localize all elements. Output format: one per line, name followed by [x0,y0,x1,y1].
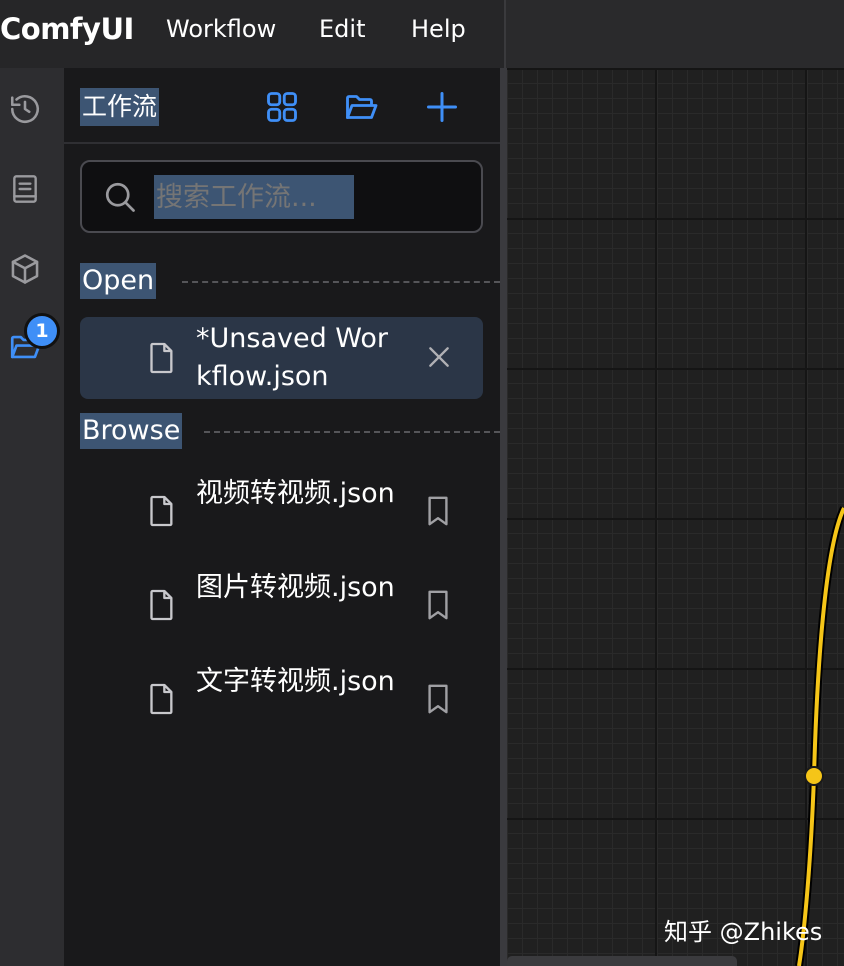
folder-open-icon [346,95,378,119]
open-workflow-item[interactable]: *Unsaved Workflow.json [80,317,483,399]
bookmark-button[interactable] [424,682,452,716]
close-icon [429,347,449,367]
bookmark-icon [428,590,448,620]
browse-workflow-item[interactable]: 视频转视频.json [80,468,483,556]
app-logo: ComfyUI [0,12,134,46]
file-icon [150,495,173,527]
browse-item-label: 图片转视频.json [196,572,395,603]
bookmark-button[interactable] [424,494,452,528]
browse-workflow-item[interactable]: 文字转视频.json [80,656,483,744]
bookmark-button[interactable] [424,588,452,622]
link-midpoint-handle[interactable] [804,766,824,786]
panel-title: 工作流 [80,88,160,126]
file-icon [150,589,173,621]
menu-edit[interactable]: Edit [319,15,365,43]
bookmark-icon [428,684,448,714]
browse-workflow-item[interactable]: 图片转视频.json [80,562,483,650]
file-icon [150,342,173,374]
graph-canvas[interactable] [507,68,844,966]
search-input[interactable] [154,175,354,219]
panel-resize-handle[interactable] [500,68,507,966]
close-workflow-button[interactable] [423,341,455,373]
cube-icon [11,254,39,284]
node-library-button[interactable] [4,168,46,210]
search-icon [105,182,135,212]
search-icon-wrap [102,179,138,219]
top-menu-bar: ComfyUI Workflow Edit Help [0,0,844,68]
search-box[interactable] [80,160,483,233]
bottom-panel-handle[interactable] [507,956,737,966]
open-section-label: Open [80,263,157,299]
book-icon [13,175,37,203]
new-workflow-button[interactable] [421,86,463,128]
browse-section-divider [204,431,500,433]
grid-icon [267,92,297,122]
browse-item-label: 文字转视频.json [196,666,395,697]
browse-item-label: 视频转视频.json [196,478,395,509]
header-divider [64,142,500,144]
browse-section-label: Browse [80,413,183,449]
node-links-layer [795,506,844,966]
file-icon [150,683,173,715]
workflow-count-badge: 1 [24,313,60,349]
bookmark-icon [428,496,448,526]
menu-divider [504,0,506,68]
queue-history-button[interactable] [4,88,46,130]
history-icon [10,95,40,124]
workflows-panel: 工作流 Open [64,68,500,966]
open-item-label: *Unsaved Workflow.json [196,323,389,392]
node-link-wire[interactable] [797,507,844,966]
side-toolbar: 1 [0,68,64,966]
browse-templates-button[interactable] [261,86,303,128]
menu-help[interactable]: Help [411,15,466,43]
menu-workflow[interactable]: Workflow [166,15,276,43]
model-library-button[interactable] [4,248,46,290]
plus-icon [427,92,457,122]
watermark: 知乎 @Zhikes [664,918,823,946]
open-section-divider [182,281,500,283]
open-workflow-button[interactable] [340,86,382,128]
